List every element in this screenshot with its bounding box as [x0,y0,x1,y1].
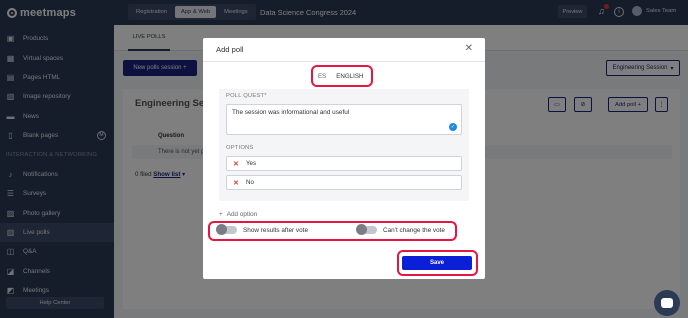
modal-title: Add poll [216,45,244,54]
add-option-button[interactable]: + Add option [219,211,257,218]
question-value: The session was informational and useful [232,109,350,116]
tab-language-english[interactable]: ENGLISH [334,73,365,80]
option-text: No [246,179,254,186]
close-icon[interactable]: ✕ [465,43,473,54]
show-results-label: Show results after vote [243,226,309,234]
options-label: OPTIONS [226,145,254,151]
plus-icon: + [219,211,223,218]
translate-icon[interactable]: ✓ [449,123,457,131]
show-results-toggle[interactable] [216,224,237,235]
show-results-toggle-row: Show results after vote [216,224,309,235]
option-row[interactable]: ✕ Yes [226,156,462,171]
add-option-label: Add option [226,211,258,218]
chat-support-button[interactable] [654,290,680,316]
cant-change-label: Can't change the vote [383,226,445,234]
language-tabs: ES ENGLISH [316,68,365,84]
delete-option-icon[interactable]: ✕ [233,160,240,168]
option-row[interactable]: ✕ No [226,175,462,190]
save-button[interactable]: Save [402,256,472,270]
option-text: Yes [246,160,257,167]
cant-change-toggle[interactable] [356,224,377,235]
chat-icon [661,298,673,308]
cant-change-toggle-row: Can't change the vote [356,224,445,235]
modal-divider [203,61,485,62]
question-label: POLL QUEST* [226,93,267,99]
poll-form: POLL QUEST* The session was informationa… [219,89,469,201]
tab-language-es[interactable]: ES [316,73,328,80]
add-poll-modal: Add poll ✕ ES ENGLISH POLL QUEST* The se… [203,38,485,279]
question-input[interactable]: The session was informational and useful… [226,104,462,135]
delete-option-icon[interactable]: ✕ [233,179,240,187]
